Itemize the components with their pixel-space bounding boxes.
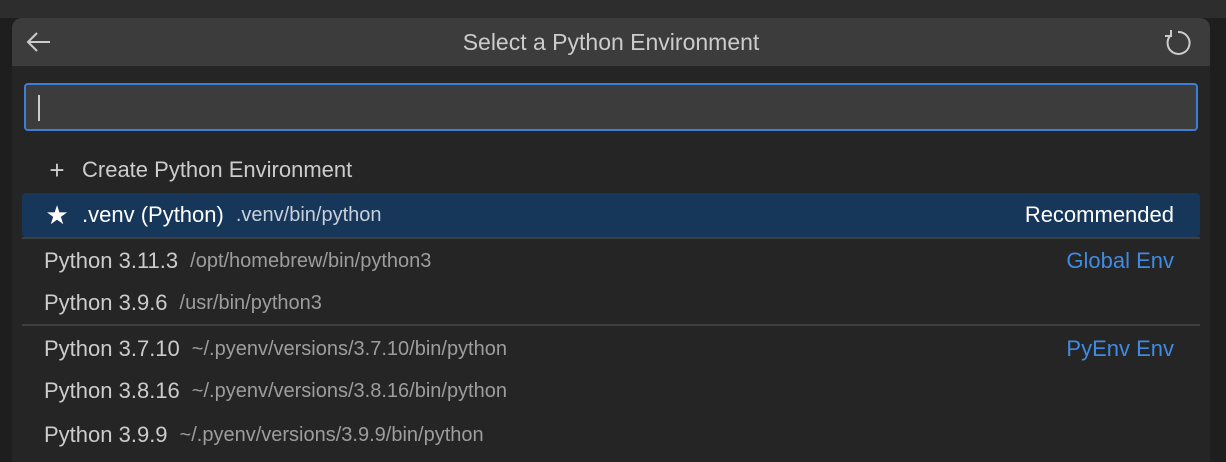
item-label: .venv (Python) xyxy=(82,202,224,227)
star-icon: ★ xyxy=(45,199,69,230)
item-tag: Global Env xyxy=(1066,248,1174,273)
list-item[interactable]: Python 3.9.6/usr/bin/python3 xyxy=(22,281,1200,325)
text-caret xyxy=(38,95,40,121)
separator xyxy=(22,324,1200,326)
item-label: Python 3.9.6 xyxy=(44,290,168,315)
item-path: ~/.pyenv/versions/3.8.16/bin/python xyxy=(191,379,507,402)
refresh-icon[interactable] xyxy=(1162,28,1192,58)
list-item[interactable]: Python 3.8.16 ~/.pyenv/versions/3.8.16/bi… xyxy=(22,369,1200,413)
item-path: .venv/bin/python xyxy=(235,203,382,226)
plus-icon: + xyxy=(49,154,65,185)
item-tag: PyEnv Env xyxy=(1066,336,1174,361)
dialog-title: Select a Python Environment xyxy=(462,28,760,55)
item-label: Python 3.7.10 xyxy=(44,336,180,361)
item-path: /usr/bin/python3 xyxy=(179,291,322,314)
window-titlebar xyxy=(0,0,1226,18)
list-item[interactable]: Python 3.9.9 ~/.pyenv/versions/3.9.9/bin/… xyxy=(22,413,1200,457)
item-label: Python 3.11.3 xyxy=(44,248,179,273)
item-path: ~/.pyenv/versions/3.7.10/bin/python xyxy=(191,337,507,360)
item-tag: Recommended xyxy=(1024,202,1174,227)
back-arrow-icon[interactable] xyxy=(24,28,54,56)
item-path: ~/.pyenv/versions/3.9.9/bin/python xyxy=(179,423,484,446)
item-label: Python 3.9.9 xyxy=(44,422,168,447)
list-item[interactable]: ★ .venv (Python) .venv/bin/python Recommend… xyxy=(22,193,1200,237)
quick-pick-header: Select a Python Environment xyxy=(12,18,1210,66)
quick-pick-dialog: Select a Python Environment + Create Pyth… xyxy=(12,18,1210,462)
list-item[interactable]: Python 3.11.3/opt/homebrew/bin/python3 Gl… xyxy=(22,239,1200,283)
item-label: Python 3.8.16 xyxy=(44,378,180,403)
item-path: /opt/homebrew/bin/python3 xyxy=(190,249,432,272)
item-label: Create Python Environment xyxy=(82,157,353,182)
search-input[interactable] xyxy=(24,83,1198,131)
create-environment-item[interactable]: + Create Python Environment xyxy=(22,148,1200,192)
list-item[interactable]: Python 3.7.10 ~/.pyenv/versions/3.7.10/bi… xyxy=(22,327,1200,371)
